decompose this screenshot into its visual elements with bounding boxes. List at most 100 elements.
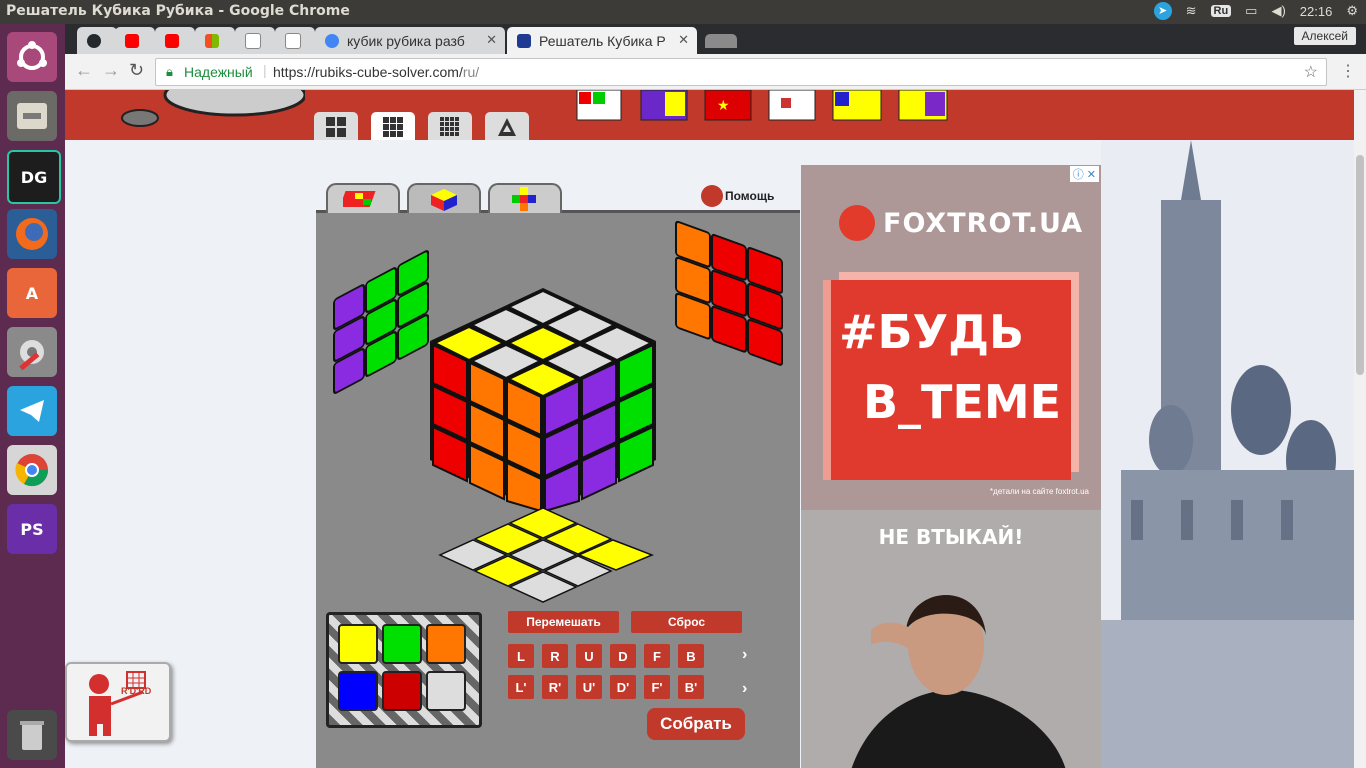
ad-brand: FOXTROT.UA	[839, 205, 1083, 241]
page-icon	[285, 32, 301, 49]
ad-fineprint: *детали на сайте foxtrot.ua	[990, 487, 1089, 496]
page-icon	[245, 32, 261, 49]
page-scrollbar[interactable]	[1354, 90, 1366, 768]
swatch-blue[interactable]	[338, 671, 378, 711]
move-button-D-prime[interactable]: D'	[610, 675, 636, 699]
tab-youtube-2[interactable]	[155, 27, 195, 54]
tab-cube-2x2[interactable]	[314, 112, 358, 140]
tab-page-2[interactable]	[275, 27, 315, 54]
address-bar[interactable]: 🔒︎ Надежный | https://rubiks-cube-solver…	[155, 58, 1327, 86]
tab-youtube-1[interactable]	[115, 27, 155, 54]
move-button-B[interactable]: B	[678, 644, 704, 668]
algorithm-badge[interactable]: R'D'RD	[65, 662, 171, 742]
clock[interactable]: 22:16	[1300, 4, 1333, 19]
separator: |	[263, 62, 267, 78]
swatch-orange[interactable]	[426, 624, 466, 664]
browser-toolbar: ← → ↻ 🔒︎ Надежный | https://rubiks-cube-…	[65, 54, 1366, 90]
cube-thumb-3: ★	[704, 90, 752, 121]
window-title: Решатель Кубика Рубика - Google Chrome	[6, 3, 350, 19]
tab-page-1[interactable]	[235, 27, 275, 54]
solve-button[interactable]: Собрать	[647, 708, 745, 740]
cube-3d-view[interactable]	[316, 213, 800, 603]
forward-icon[interactable]: →	[102, 60, 120, 81]
scrollbar-thumb[interactable]	[1356, 155, 1364, 375]
microsoft-icon	[205, 33, 219, 48]
move-button-L[interactable]: L	[508, 644, 534, 668]
ad-headline-line1: #БУДЬ	[839, 305, 1025, 359]
tab-rubiks-solver[interactable]: Решатель Кубика Р ✕	[507, 27, 697, 54]
chevron-right-icon[interactable]: ›	[742, 646, 747, 664]
system-top-bar: Решатель Кубика Рубика - Google Chrome ➤…	[0, 0, 1366, 24]
tab-google-search[interactable]: кубик рубика разб ✕	[315, 27, 505, 54]
bookmark-star-icon[interactable]: ☆	[1304, 62, 1318, 82]
grid-4x4-icon	[440, 117, 459, 136]
close-icon[interactable]: ✕	[678, 32, 689, 48]
settings-icon[interactable]	[7, 327, 57, 377]
trash-icon[interactable]	[7, 710, 57, 760]
keyboard-layout-indicator[interactable]: Ru	[1210, 5, 1232, 17]
advertisement[interactable]: ⓘ ✕ FOXTROT.UA #БУДЬ В_ТЕМЕ *детали на с…	[801, 165, 1101, 768]
view-tab-flat[interactable]	[326, 183, 400, 213]
firefox-icon[interactable]	[7, 209, 57, 259]
move-button-R-prime[interactable]: R'	[542, 675, 568, 699]
swatch-red[interactable]	[382, 671, 422, 711]
help-button[interactable]: Помощь	[701, 185, 774, 207]
tab-pyraminx[interactable]	[485, 112, 529, 140]
reset-button[interactable]: Сброс	[631, 611, 742, 633]
move-button-U-prime[interactable]: U'	[576, 675, 602, 699]
system-tray: ➤ ≋ Ru ▭ ◀) 22:16 ⚙	[1153, 2, 1358, 20]
url-main: https://rubiks-cube-solver.com/	[273, 64, 463, 80]
back-icon[interactable]: ←	[75, 60, 93, 81]
main-cube[interactable]	[430, 288, 656, 513]
phpstorm-icon[interactable]: PS	[7, 504, 57, 554]
tab-github[interactable]	[77, 27, 117, 54]
move-button-F-prime[interactable]: F'	[644, 675, 670, 699]
move-button-F[interactable]: F	[644, 644, 670, 668]
move-button-U[interactable]: U	[576, 644, 602, 668]
secure-label: Надежный	[184, 64, 253, 80]
move-button-D[interactable]: D	[610, 644, 636, 668]
url-path: ru/	[462, 64, 480, 80]
close-icon[interactable]: ✕	[486, 32, 497, 48]
color-palette	[326, 612, 482, 728]
telegram-icon[interactable]	[7, 386, 57, 436]
move-button-L-prime[interactable]: L'	[508, 675, 534, 699]
move-button-B-prime[interactable]: B'	[678, 675, 704, 699]
tab-microsoft[interactable]	[195, 27, 235, 54]
ubuntu-icon[interactable]	[7, 32, 57, 82]
wifi-icon[interactable]: ≋	[1186, 3, 1197, 19]
view-tab-net[interactable]	[488, 183, 562, 213]
cube-icon	[517, 33, 531, 48]
files-icon[interactable]	[7, 91, 57, 141]
power-gear-icon[interactable]: ⚙	[1346, 3, 1358, 19]
swatch-yellow[interactable]	[338, 624, 378, 664]
back-face-mirror	[675, 220, 783, 366]
cube-thumb-2	[640, 90, 688, 121]
swatch-white[interactable]	[426, 671, 466, 711]
ad-info-icon[interactable]: ⓘ ✕	[1069, 166, 1099, 182]
google-icon	[325, 33, 339, 48]
battery-icon[interactable]: ▭	[1245, 3, 1257, 19]
new-tab-button[interactable]	[705, 34, 737, 48]
software-center-icon[interactable]: A	[7, 268, 57, 318]
reload-icon[interactable]: ↻	[129, 60, 144, 81]
volume-icon[interactable]: ◀)	[1271, 3, 1285, 19]
view-tab-3d[interactable]	[407, 183, 481, 213]
bottom-face-mirror	[438, 507, 655, 603]
svg-text:★: ★	[717, 97, 730, 113]
tab-cube-4x4[interactable]	[428, 112, 472, 140]
menu-dots-icon[interactable]: ⋮	[1340, 61, 1356, 81]
help-label: Помощь	[725, 189, 775, 203]
swatch-green[interactable]	[382, 624, 422, 664]
move-button-R[interactable]: R	[542, 644, 568, 668]
unity-launcher: DG A PS	[0, 24, 65, 768]
cube-thumbnails[interactable]: ★	[575, 90, 955, 126]
telegram-tray-icon[interactable]: ➤	[1153, 2, 1172, 20]
profile-button[interactable]: Алексей	[1293, 27, 1356, 45]
teacher-icon	[89, 671, 146, 736]
datagrip-icon[interactable]: DG	[7, 150, 61, 204]
chevron-right-icon[interactable]: ›	[742, 680, 747, 698]
scramble-button[interactable]: Перемешать	[508, 611, 619, 633]
tab-cube-3x3[interactable]	[371, 112, 415, 140]
chrome-icon[interactable]	[7, 445, 57, 495]
